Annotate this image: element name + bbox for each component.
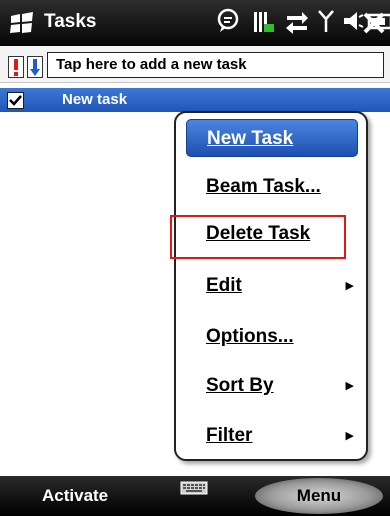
context-menu: New Task Beam Task... Delete Task Edit ▶… [174,111,368,461]
menu-item-edit[interactable]: Edit ▶ [186,267,358,305]
menu-softkey[interactable]: Menu [255,478,383,514]
new-task-entry-row: Tap here to add a new task [0,46,390,83]
app-title: Tasks [44,11,97,32]
down-arrow-icon [30,59,40,76]
sync-arrows-icon[interactable] [284,8,310,34]
task-checkbox[interactable] [7,92,24,109]
exclamation-icon [14,59,18,76]
title-bar: Tasks [0,0,390,46]
menu-item-label: Filter [206,425,253,446]
add-task-input[interactable]: Tap here to add a new task [47,52,384,78]
task-row[interactable]: New task [0,88,390,112]
menu-item-filter[interactable]: Filter ▶ [186,417,358,455]
antenna-icon[interactable] [316,8,336,34]
close-icon[interactable] [362,10,386,36]
menu-item-label: Edit [206,275,242,296]
signal-bars-icon[interactable] [252,8,276,34]
menu-softkey-label: Menu [296,486,342,505]
speaker-icon[interactable] [342,8,364,34]
menu-item-new-task[interactable]: New Task [186,119,358,157]
keyboard-icon[interactable] [180,481,208,495]
menu-item-label: Sort By [206,375,274,396]
menu-item-sort-by[interactable]: Sort By ▶ [186,367,358,405]
checkmark-icon [9,95,22,106]
activate-softkey[interactable]: Activate [42,486,108,506]
priority-high-button[interactable] [8,56,24,78]
chat-bubble-icon[interactable] [216,8,240,34]
menu-item-label: New Task [207,128,294,149]
menu-item-beam-task[interactable]: Beam Task... [186,168,358,206]
submenu-arrow-icon: ▶ [345,280,354,292]
softkey-bar: Activate Menu [0,476,390,516]
menu-item-label: Options... [206,326,294,347]
windows-start-icon[interactable] [9,12,35,34]
submenu-arrow-icon: ▶ [345,380,354,392]
menu-item-label: Beam Task... [206,176,321,197]
submenu-arrow-icon: ▶ [345,430,354,442]
annotation-highlight [170,215,346,259]
priority-low-button[interactable] [27,56,43,78]
menu-item-options[interactable]: Options... [186,318,358,356]
task-label: New task [62,91,128,108]
